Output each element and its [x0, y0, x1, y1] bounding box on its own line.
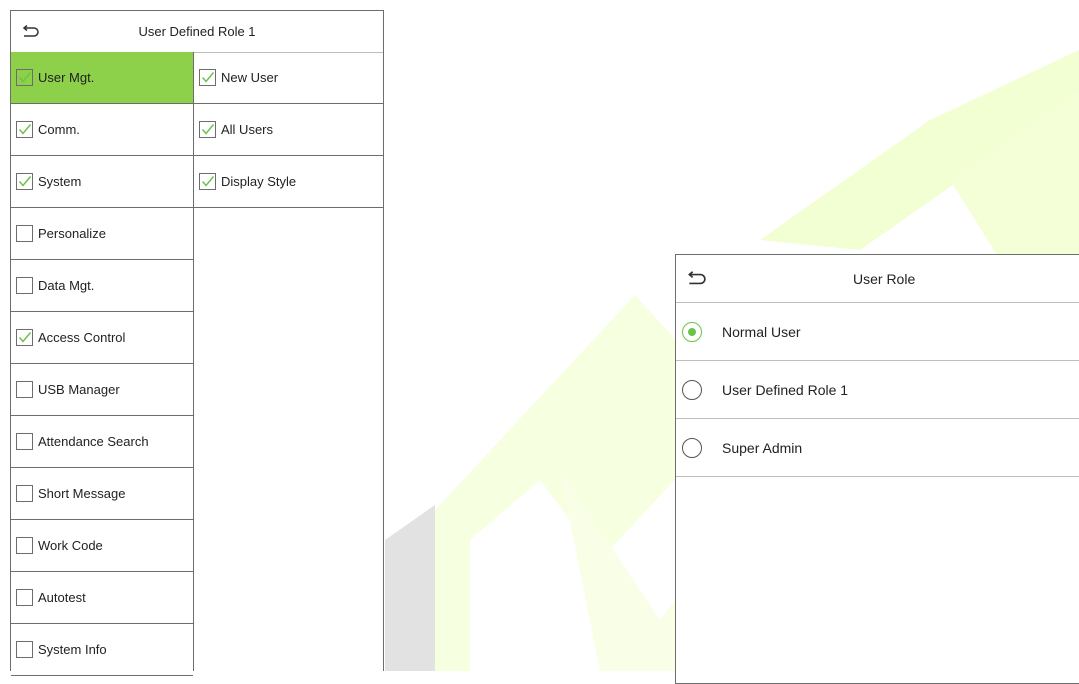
- category-list: User Mgt. Comm. System Personalize Data Mgt.…: [11, 52, 194, 676]
- page-title: User Role: [853, 270, 916, 287]
- checkbox-icon[interactable]: [199, 69, 216, 86]
- radio-button-icon[interactable]: [682, 321, 702, 342]
- role-label: Super Admin: [722, 439, 803, 456]
- back-arrow-icon[interactable]: [19, 23, 41, 41]
- permission-item-new-user[interactable]: New User: [194, 52, 383, 104]
- checkbox-icon[interactable]: [16, 433, 33, 450]
- category-item-data-mgt[interactable]: Data Mgt.: [11, 260, 193, 312]
- category-item-personalize[interactable]: Personalize: [11, 208, 193, 260]
- checkbox-icon[interactable]: [16, 173, 33, 190]
- category-label: Attendance Search: [38, 434, 149, 449]
- checkbox-icon[interactable]: [199, 173, 216, 190]
- category-label: USB Manager: [38, 382, 120, 397]
- category-label: Data Mgt.: [38, 278, 95, 293]
- category-label: Comm.: [38, 122, 80, 137]
- checkbox-icon[interactable]: [16, 641, 33, 658]
- role-label: Normal User: [722, 323, 801, 340]
- category-label: Access Control: [38, 330, 126, 345]
- radio-button-icon[interactable]: [682, 379, 702, 400]
- permission-label: Display Style: [221, 174, 297, 189]
- checkbox-icon[interactable]: [16, 69, 33, 86]
- category-item-usb-manager[interactable]: USB Manager: [11, 364, 193, 416]
- category-item-autotest[interactable]: Autotest: [11, 572, 193, 624]
- category-item-short-message[interactable]: Short Message: [11, 468, 193, 520]
- checkbox-icon[interactable]: [16, 537, 33, 554]
- checkbox-icon[interactable]: [16, 589, 33, 606]
- user-defined-role-screen: User Defined Role 1 User Mgt. Comm. System…: [10, 10, 384, 676]
- role-option-super-admin[interactable]: Super Admin: [676, 419, 1079, 477]
- screen-header: User Role: [676, 255, 1079, 303]
- page-title: User Defined Role 1: [138, 24, 256, 39]
- checkbox-icon[interactable]: [16, 277, 33, 294]
- role-option-user-defined-role-1[interactable]: User Defined Role 1: [676, 361, 1079, 419]
- category-item-work-code[interactable]: Work Code: [11, 520, 193, 572]
- category-label: Personalize: [38, 226, 106, 241]
- checkbox-icon[interactable]: [16, 381, 33, 398]
- category-label: Autotest: [38, 590, 86, 605]
- category-label: System Info: [38, 642, 107, 657]
- checkbox-icon[interactable]: [16, 121, 33, 138]
- category-label: System: [38, 174, 82, 189]
- role-label: User Defined Role 1: [722, 381, 849, 398]
- role-options: Normal User User Defined Role 1 Super Admi…: [676, 303, 1079, 477]
- category-label: Short Message: [38, 486, 126, 501]
- permission-label: New User: [221, 70, 279, 85]
- screen-header: User Defined Role 1: [11, 11, 383, 53]
- category-label: Work Code: [38, 538, 103, 553]
- category-item-attendance-search[interactable]: Attendance Search: [11, 416, 193, 468]
- checkbox-icon[interactable]: [199, 121, 216, 138]
- category-item-system-info[interactable]: System Info: [11, 624, 193, 676]
- permission-item-all-users[interactable]: All Users: [194, 104, 383, 156]
- permission-label: All Users: [221, 122, 274, 137]
- category-item-user-mgt[interactable]: User Mgt.: [11, 52, 193, 104]
- checkbox-icon[interactable]: [16, 225, 33, 242]
- role-option-normal-user[interactable]: Normal User: [676, 303, 1079, 361]
- permission-list: New User All Users Display Style: [194, 52, 383, 671]
- user-role-screen: User Role Normal User User Defined Role 1…: [675, 254, 1079, 684]
- checkbox-icon[interactable]: [16, 329, 33, 346]
- permission-item-display-style[interactable]: Display Style: [194, 156, 383, 208]
- checkbox-icon[interactable]: [16, 485, 33, 502]
- radio-button-icon[interactable]: [682, 437, 702, 458]
- category-item-system[interactable]: System: [11, 156, 193, 208]
- category-label: User Mgt.: [38, 70, 95, 85]
- category-item-access-control[interactable]: Access Control: [11, 312, 193, 364]
- back-arrow-icon[interactable]: [685, 270, 707, 288]
- category-item-comm[interactable]: Comm.: [11, 104, 193, 156]
